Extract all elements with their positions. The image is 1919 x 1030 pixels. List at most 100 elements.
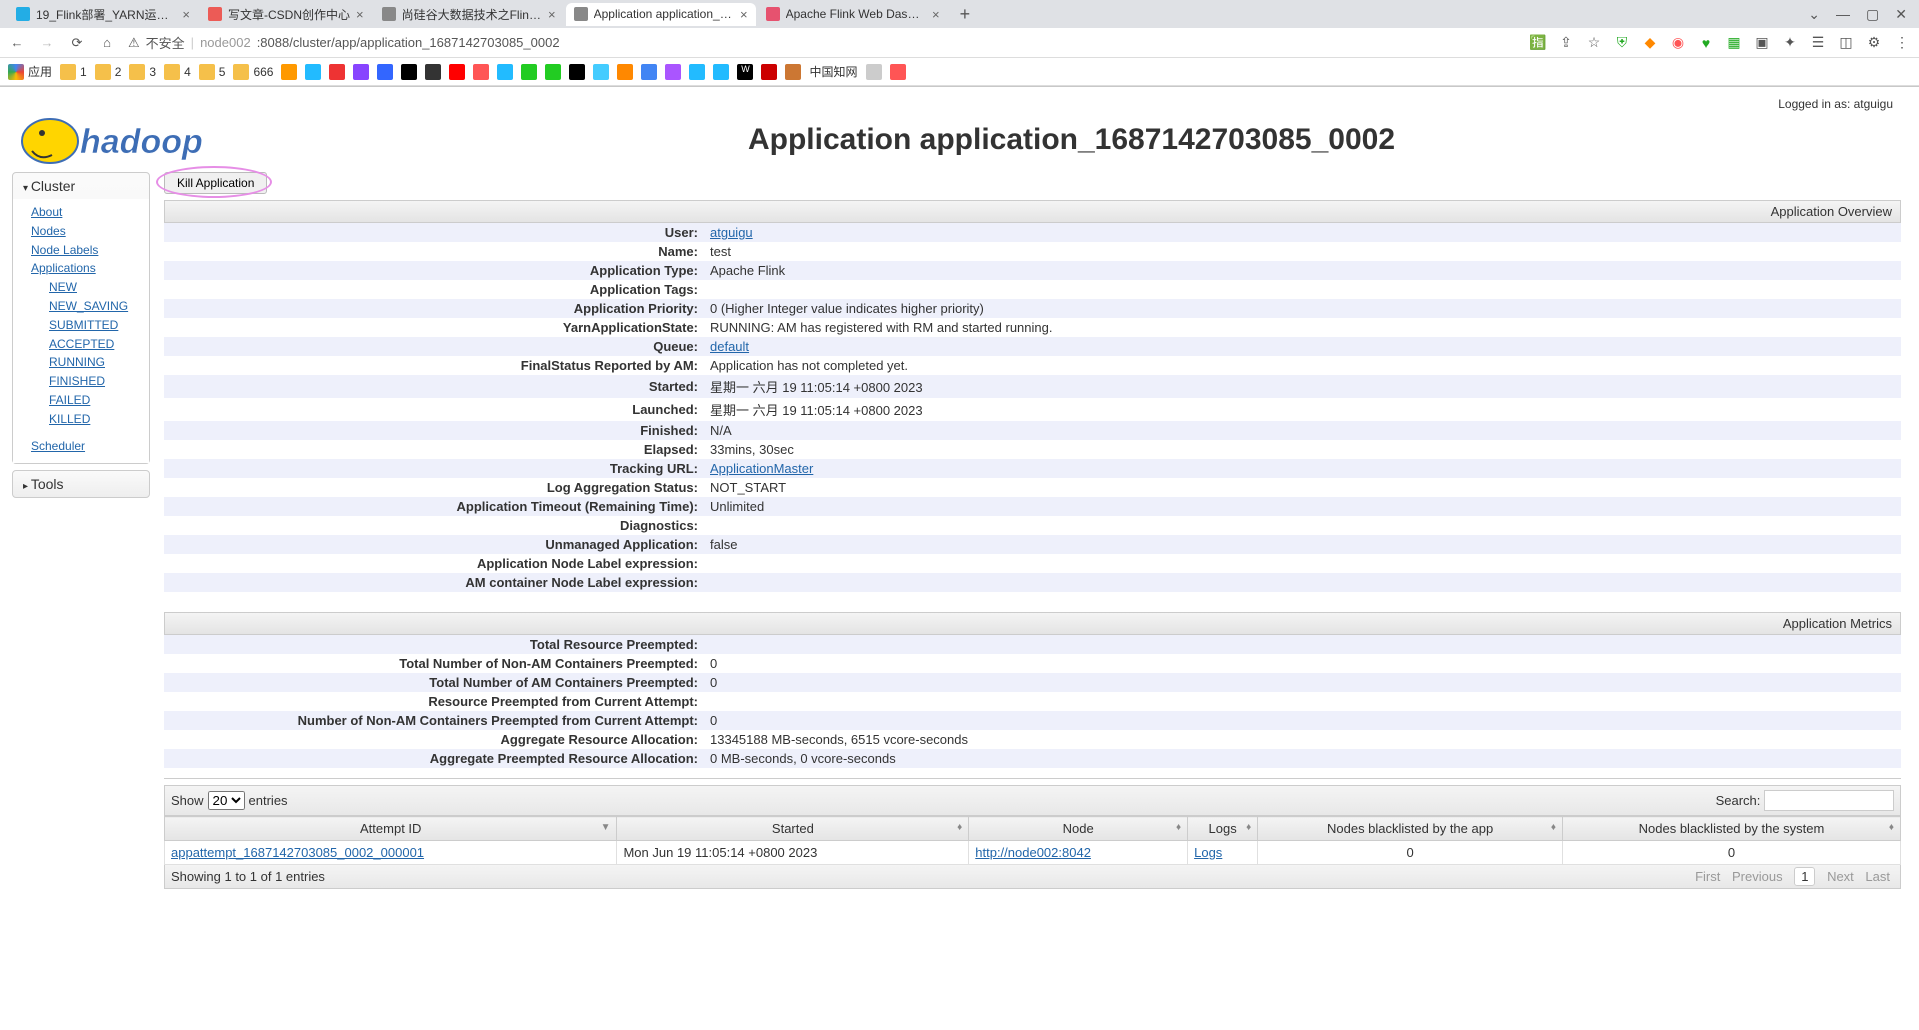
shield-icon[interactable]: ⛨ — [1613, 34, 1631, 52]
minimize-icon[interactable]: — — [1836, 6, 1850, 23]
sidebar-link-appstate[interactable]: NEW — [49, 278, 149, 297]
attempts-column-header[interactable]: Logs♦ — [1188, 817, 1258, 841]
ext-icon-1[interactable]: ◆ — [1641, 34, 1659, 52]
sidebar-link-nodes[interactable]: Nodes — [31, 222, 149, 241]
ext-icon-5[interactable]: ▣ — [1753, 34, 1771, 52]
ext-icon-4[interactable]: ▦ — [1725, 34, 1743, 52]
bookmark-icon[interactable] — [617, 64, 633, 80]
close-icon[interactable]: ✕ — [1895, 6, 1907, 23]
profile-icon[interactable]: ⚙ — [1865, 34, 1883, 52]
menu-icon[interactable]: ⋮ — [1893, 34, 1911, 52]
sidebar-link-appstate[interactable]: FINISHED — [49, 372, 149, 391]
ext-icon-2[interactable]: ◉ — [1669, 34, 1687, 52]
attempt-id-link[interactable]: appattempt_1687142703085_0002_000001 — [171, 845, 424, 860]
browser-tab[interactable]: Apache Flink Web Dashboard× — [758, 3, 948, 26]
attempts-column-header[interactable]: Nodes blacklisted by the system♦ — [1563, 817, 1901, 841]
sidebar-link-node-labels[interactable]: Node Labels — [31, 241, 149, 260]
browser-tab[interactable]: 尚硅谷大数据技术之Flink.pdf× — [374, 2, 564, 27]
browser-tab[interactable]: 19_Flink部署_YARN运行模式_会× — [8, 2, 198, 27]
page-last[interactable]: Last — [1865, 869, 1890, 884]
bookmark-link[interactable]: 中国知网 — [809, 63, 857, 80]
new-tab-button[interactable]: + — [950, 4, 981, 25]
sidepanel-icon[interactable]: ◫ — [1837, 34, 1855, 52]
bookmark-folder[interactable]: 666 — [233, 64, 273, 80]
bookmark-icon[interactable] — [689, 64, 705, 80]
page-size-select[interactable]: 20 — [208, 791, 245, 810]
sidebar-link-applications[interactable]: Applications — [31, 259, 149, 278]
bookmark-icon[interactable] — [641, 64, 657, 80]
bookmark-icon[interactable] — [665, 64, 681, 80]
reading-list-icon[interactable]: ☰ — [1809, 34, 1827, 52]
tab-close-icon[interactable]: × — [740, 7, 748, 22]
bookmark-folder[interactable]: 5 — [199, 64, 226, 80]
page-current[interactable]: 1 — [1794, 867, 1815, 886]
attempts-column-header[interactable]: Attempt ID▼ — [165, 817, 617, 841]
bookmark-icon[interactable] — [593, 64, 609, 80]
bookmark-icon[interactable] — [521, 64, 537, 80]
star-icon[interactable]: ☆ — [1585, 34, 1603, 52]
bookmark-icon[interactable] — [569, 64, 585, 80]
bookmark-folder[interactable]: 4 — [164, 64, 191, 80]
bookmark-icon[interactable] — [281, 64, 297, 80]
translate-icon[interactable]: 🈯 — [1529, 34, 1547, 52]
attempts-column-header[interactable]: Nodes blacklisted by the app♦ — [1258, 817, 1563, 841]
apps-shortcut[interactable]: 应用 — [8, 63, 52, 80]
bookmark-icon[interactable] — [449, 64, 465, 80]
sidebar-link-appstate[interactable]: ACCEPTED — [49, 335, 149, 354]
bookmark-icon[interactable] — [329, 64, 345, 80]
bookmark-icon[interactable] — [545, 64, 561, 80]
url-bar[interactable]: ⚠ 不安全 | node002:8088/cluster/app/applica… — [128, 33, 1517, 52]
bookmark-icon[interactable] — [761, 64, 777, 80]
back-button[interactable]: ← — [8, 34, 26, 52]
sidebar-link-appstate[interactable]: FAILED — [49, 391, 149, 410]
page-previous[interactable]: Previous — [1732, 869, 1783, 884]
bookmark-icon[interactable] — [890, 64, 906, 80]
home-button[interactable]: ⌂ — [98, 34, 116, 52]
bookmark-icon[interactable]: W — [737, 64, 753, 80]
chevron-down-icon[interactable]: ⌄ — [1808, 6, 1820, 23]
attempts-column-header[interactable]: Started♦ — [617, 817, 969, 841]
share-icon[interactable]: ⇪ — [1557, 34, 1575, 52]
bookmark-icon[interactable] — [353, 64, 369, 80]
bookmark-folder[interactable]: 3 — [129, 64, 156, 80]
kill-application-button[interactable]: Kill Application — [164, 172, 267, 194]
browser-tab[interactable]: Application application_1687× — [566, 3, 756, 26]
sidebar-link-scheduler[interactable]: Scheduler — [31, 437, 149, 456]
kv-value-link[interactable]: atguigu — [710, 225, 753, 240]
attempt-node-link[interactable]: http://node002:8042 — [975, 845, 1091, 860]
browser-tab[interactable]: 写文章-CSDN创作中心× — [200, 2, 372, 27]
tab-close-icon[interactable]: × — [182, 7, 190, 22]
tab-close-icon[interactable]: × — [932, 7, 940, 22]
bookmark-icon[interactable] — [305, 64, 321, 80]
bookmark-folder[interactable]: 1 — [60, 64, 87, 80]
maximize-icon[interactable]: ▢ — [1866, 6, 1879, 23]
search-input[interactable] — [1764, 790, 1894, 811]
sidebar-tools-header[interactable]: Tools — [13, 471, 149, 497]
sidebar-link-appstate[interactable]: NEW_SAVING — [49, 297, 149, 316]
sidebar-link-appstate[interactable]: KILLED — [49, 410, 149, 429]
bookmark-folder[interactable]: 2 — [95, 64, 122, 80]
bookmark-icon[interactable] — [377, 64, 393, 80]
kv-value-link[interactable]: default — [710, 339, 749, 354]
attempt-logs-link[interactable]: Logs — [1194, 845, 1222, 860]
ext-icon-3[interactable]: ♥ — [1697, 34, 1715, 52]
tab-close-icon[interactable]: × — [548, 7, 556, 22]
tab-close-icon[interactable]: × — [356, 7, 364, 22]
reload-button[interactable]: ⟳ — [68, 34, 86, 52]
bookmark-icon[interactable] — [497, 64, 513, 80]
sidebar-cluster-header[interactable]: Cluster — [13, 173, 149, 199]
forward-button[interactable]: → — [38, 34, 56, 52]
bookmark-icon[interactable] — [713, 64, 729, 80]
sidebar-link-appstate[interactable]: RUNNING — [49, 353, 149, 372]
page-first[interactable]: First — [1695, 869, 1720, 884]
page-next[interactable]: Next — [1827, 869, 1854, 884]
sidebar-link-about[interactable]: About — [31, 203, 149, 222]
bookmark-icon[interactable] — [866, 64, 882, 80]
bookmark-icon[interactable] — [425, 64, 441, 80]
bookmark-icon[interactable] — [473, 64, 489, 80]
bookmark-icon[interactable] — [401, 64, 417, 80]
attempts-column-header[interactable]: Node♦ — [969, 817, 1188, 841]
bookmark-icon[interactable] — [785, 64, 801, 80]
kv-value-link[interactable]: ApplicationMaster — [710, 461, 813, 476]
sidebar-link-appstate[interactable]: SUBMITTED — [49, 316, 149, 335]
